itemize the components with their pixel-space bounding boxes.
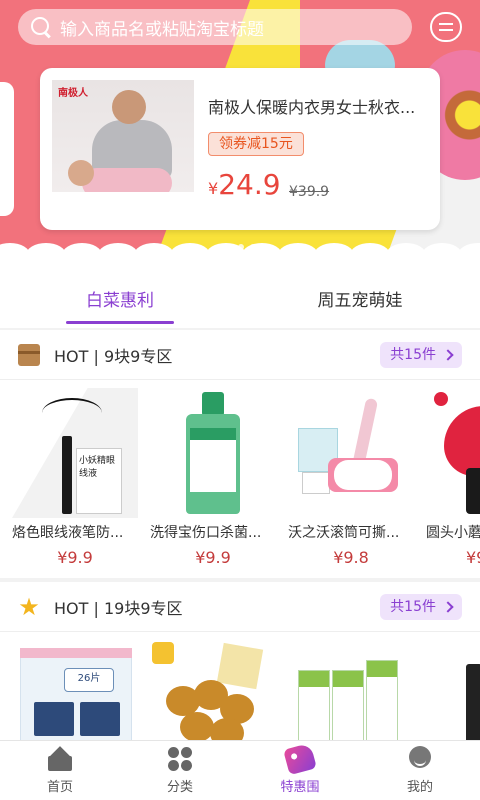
product-image (426, 640, 480, 740)
banner-product-image: 南极人 (52, 80, 194, 218)
product-name: 洗得宝伤口杀菌... (150, 525, 262, 541)
product-list: 26片 (0, 632, 480, 740)
me-icon (406, 746, 434, 772)
wave-bump (314, 243, 354, 267)
product-name: 圆头小蘑 (426, 525, 480, 541)
chevron-right-icon (442, 349, 454, 361)
brand-logo: 南极人 (58, 88, 88, 99)
product-image (426, 388, 480, 518)
currency-symbol: ¥ (208, 179, 219, 198)
wave-bump (386, 243, 426, 267)
item-count: 共15件 (390, 599, 436, 615)
product-pack-label: 26片 (64, 668, 114, 692)
nav-label: 分类 (166, 780, 193, 795)
product-card[interactable] (426, 632, 480, 740)
nav-label: 我的 (406, 780, 433, 795)
chevron-right-icon (442, 601, 454, 613)
message-icon[interactable] (430, 12, 462, 42)
previous-slide-card[interactable] (0, 82, 14, 216)
section-header: HOT | 9块9专区 共15件 (0, 330, 480, 380)
item-count: 共15件 (390, 347, 436, 363)
wave-bump (62, 243, 102, 267)
coupon-badge[interactable]: 领券减15元 (208, 132, 304, 156)
product-price: ¥9.9 (195, 548, 231, 567)
wave-bump (170, 243, 210, 267)
see-all-button[interactable]: 共15件 (380, 594, 462, 620)
wave-bump (134, 243, 174, 267)
nav-profile[interactable]: 我的 (360, 741, 480, 800)
product-image (288, 640, 414, 740)
product-image: 小妖精眼线液 (12, 388, 138, 518)
product-card[interactable]: 洗得宝伤口杀菌... ¥9.9 (150, 380, 276, 576)
search-placeholder: 输入商品名或粘贴淘宝标题 (60, 19, 264, 40)
price-value: 24.9 (218, 168, 281, 201)
section-9-9: HOT | 9块9专区 共15件 小妖精眼线液 烙色眼线液笔防... ¥9.9 … (0, 330, 480, 578)
tag-icon (283, 742, 317, 776)
wave-bump (206, 243, 246, 267)
wave-bump (458, 243, 480, 267)
box-icon (18, 343, 40, 366)
wave-bump (26, 243, 66, 267)
product-name: 沃之沃滚筒可撕... (288, 525, 400, 541)
product-card[interactable]: 沃之沃滚筒可撕... ¥9.8 (288, 380, 414, 576)
product-price: ¥9.9 (57, 548, 93, 567)
section-title: HOT | 19块9专区 (54, 598, 183, 618)
section-header: ★ HOT | 19块9专区 共15件 (0, 582, 480, 632)
nav-label: 首页 (46, 780, 73, 795)
banner-product-title: 南极人保暖内衣男女士秋衣... (208, 98, 416, 117)
home-icon (46, 746, 74, 772)
product-card[interactable]: 26片 (12, 632, 138, 740)
hero-banner-area: 输入商品名或粘贴淘宝标题 南极人 南极人保暖内衣男女士秋衣... 领券减15元 … (0, 0, 480, 290)
product-list: 小妖精眼线液 烙色眼线液笔防... ¥9.9 洗得宝伤口杀菌... ¥9.9 沃… (0, 380, 480, 576)
wave-bump (350, 243, 390, 267)
see-all-button[interactable]: 共15件 (380, 342, 462, 368)
product-card[interactable] (150, 632, 276, 740)
product-price: ¥9 (466, 548, 480, 567)
wave-bump (422, 243, 462, 267)
search-bar[interactable]: 输入商品名或粘贴淘宝标题 (18, 9, 412, 45)
product-price: ¥9.8 (333, 548, 369, 567)
product-image (288, 388, 414, 518)
banner-card[interactable]: 南极人 南极人保暖内衣男女士秋衣... 领券减15元 ¥24.9 ¥39.9 (40, 68, 440, 230)
category-tabs: 白菜惠利 周五宠萌娃 (0, 280, 480, 328)
wave-bump (242, 243, 282, 267)
product-card[interactable] (288, 632, 414, 740)
nav-deals[interactable]: 特惠围 (240, 741, 360, 800)
nav-category[interactable]: 分类 (120, 741, 240, 800)
product-card[interactable]: 小妖精眼线液 烙色眼线液笔防... ¥9.9 (12, 380, 138, 576)
search-icon (30, 16, 52, 38)
banner-price: ¥24.9 (208, 168, 281, 201)
wave-bump (98, 243, 138, 267)
nav-label: 特惠围 (280, 780, 320, 795)
section-19-9: ★ HOT | 19块9专区 共15件 26片 (0, 582, 480, 740)
wave-bump (278, 243, 318, 267)
product-name: 烙色眼线液笔防... (12, 525, 124, 541)
star-icon: ★ (18, 592, 40, 621)
grid-icon (166, 746, 194, 772)
tab-baicai[interactable]: 白菜惠利 (0, 280, 240, 328)
product-image (150, 640, 276, 740)
nav-home[interactable]: 首页 (0, 741, 120, 800)
product-image: 26片 (12, 640, 138, 740)
section-title: HOT | 9块9专区 (54, 346, 173, 366)
product-image (150, 388, 276, 518)
product-box-label: 小妖精眼线液 (76, 448, 122, 514)
tab-friday-pets[interactable]: 周五宠萌娃 (240, 280, 480, 328)
original-price: ¥39.9 (289, 184, 330, 200)
product-card[interactable]: 圆头小蘑 ¥9 (426, 380, 480, 576)
bottom-navigation: 首页 分类 特惠围 我的 (0, 740, 480, 800)
